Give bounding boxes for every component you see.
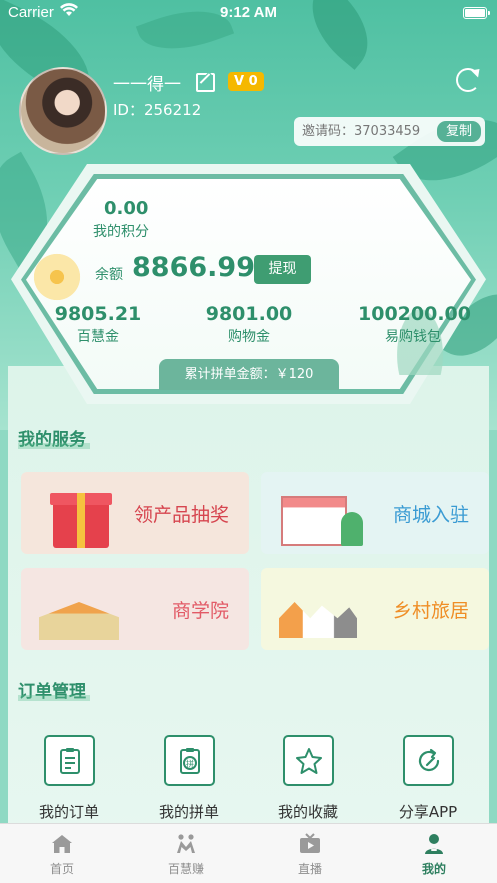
village-icon [273,578,357,642]
tab-bar: 首页 百慧赚 直播 我的 [0,823,497,883]
tab-live[interactable]: 直播 [260,832,360,877]
tv-icon [300,833,320,853]
my-favorites-button[interactable]: 我的收藏 [260,735,356,822]
order-label: 分享APP [398,803,458,821]
service-academy[interactable]: 商学院 [21,568,249,650]
copy-button[interactable]: 复制 [437,121,481,142]
stat-label: 百慧金 [77,329,119,345]
shop-icon [273,482,363,546]
tab-label: 直播 [297,862,322,876]
points-label: 我的积分 [93,224,149,240]
services-title: 我的服务 [18,425,90,450]
stat-baihuijin[interactable]: 9805.21 百慧金 [48,303,148,346]
people-icon [177,834,195,853]
tab-earn[interactable]: 百慧赚 [136,832,236,877]
service-label: 领产品抽奖 [133,504,229,526]
avatar[interactable] [19,67,107,155]
edit-icon[interactable] [196,73,215,92]
stat-value: 9801.00 [205,303,293,325]
my-orders-button[interactable]: 我的订单 [21,735,117,822]
school-icon [33,578,119,642]
invite-code-box: 邀请码：37033459 复制 [294,117,485,146]
clock: 9:12 AM [220,4,277,21]
balance-value: 8866.99 [132,252,255,283]
service-mall-join[interactable]: 商城入驻 [261,472,489,554]
tab-mine[interactable]: 我的 [384,832,484,877]
my-group-orders-button[interactable]: 拼 我的拼单 [141,735,237,822]
share-icon [402,735,454,786]
tab-label: 首页 [49,862,74,876]
order-label: 我的订单 [38,803,99,821]
stat-gouwujin[interactable]: 9801.00 购物金 [199,303,299,346]
person-icon [425,834,443,854]
refresh-icon[interactable] [456,68,480,92]
service-label: 商学院 [171,600,229,622]
withdraw-button[interactable]: 提现 [254,255,311,284]
balance-label: 余额 [95,267,123,283]
tab-label: 我的 [421,862,446,876]
tab-label: 百慧赚 [167,862,204,876]
points-value[interactable]: 0.00 [104,198,148,219]
nickname: 一一得一 [113,75,181,95]
service-label: 商城入驻 [392,504,469,526]
home-icon [52,835,72,853]
stat-value: 9805.21 [54,303,142,325]
service-rural-stay[interactable]: 乡村旅居 [261,568,489,650]
flower-decoration [30,250,84,304]
group-order-icon: 拼 [163,735,215,786]
star-icon [282,735,334,786]
share-app-button[interactable]: 分享APP [380,735,476,822]
stat-value: 100200.00 [358,303,471,325]
stat-label: 易购钱包 [385,329,441,345]
service-lottery[interactable]: 领产品抽奖 [21,472,249,554]
orders-title: 订单管理 [18,677,90,702]
group-order-total: 累计拼单金额：￥120 [159,359,339,390]
invite-code-label: 邀请码：37033459 [302,124,421,139]
vip-badge: V 0 [228,72,264,91]
service-label: 乡村旅居 [392,600,469,622]
stat-wallet[interactable]: 100200.00 易购钱包 [358,303,471,346]
status-bar: Carrier 9:12 AM [0,0,497,26]
tab-home[interactable]: 首页 [12,832,112,877]
battery-icon [463,7,490,19]
stat-label: 购物金 [228,329,270,345]
gift-box-icon [33,482,115,548]
svg-text:拼: 拼 [186,759,194,769]
clipboard-icon [43,735,95,786]
order-label: 我的拼单 [158,803,219,821]
order-label: 我的收藏 [277,803,338,821]
user-id: ID：256212 [113,101,202,119]
